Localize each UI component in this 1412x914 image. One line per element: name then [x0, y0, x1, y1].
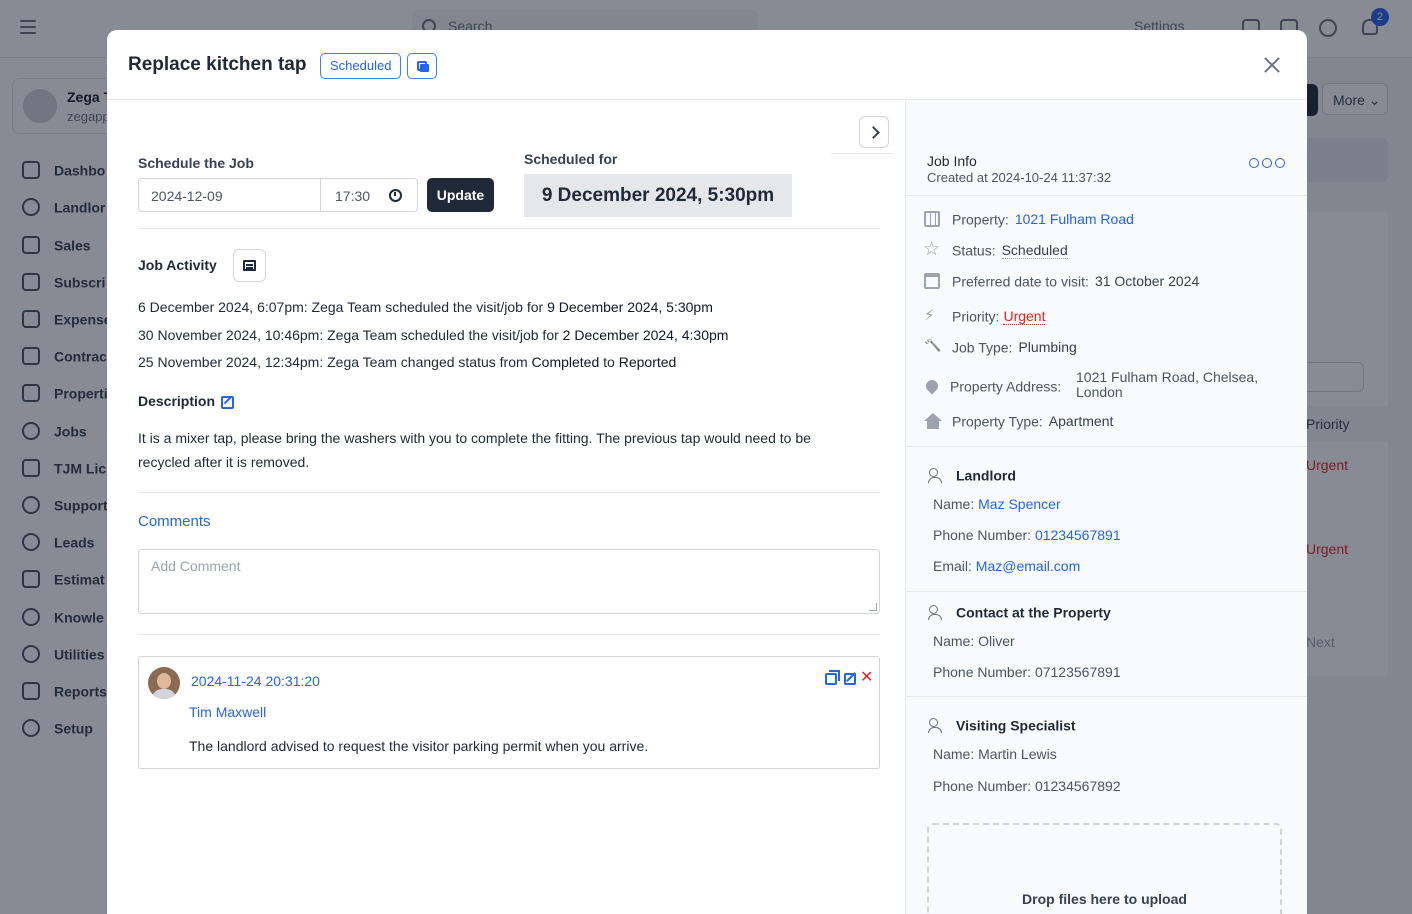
calendar-icon: [924, 273, 940, 290]
specialist-section-title: Visiting Specialist: [928, 716, 1076, 734]
users-icon: [928, 605, 946, 621]
divider: [906, 696, 1307, 697]
schedule-date-input[interactable]: 2024-12-09: [138, 178, 321, 212]
users-icon: [928, 468, 946, 484]
activity-entry: 6 December 2024, 6:07pm: Zega Team sched…: [138, 299, 713, 315]
activity-list-button[interactable]: [233, 249, 266, 282]
status-badge: Scheduled: [320, 53, 402, 79]
contact-phone: Phone Number: 07123567891: [933, 664, 1121, 680]
specialist-name: Name: Martin Lewis: [933, 746, 1057, 762]
file-dropzone[interactable]: Drop files here to upload: [927, 823, 1282, 914]
clock-icon[interactable]: [389, 189, 402, 202]
preferred-date-row: Preferred date to visit: 31 October 2024: [924, 272, 1199, 290]
edit-icon[interactable]: [844, 673, 856, 685]
contact-section-title: Contact at the Property: [928, 603, 1111, 621]
priority-value[interactable]: Urgent: [1003, 308, 1046, 326]
home-icon: [924, 413, 942, 430]
modal-header: Replace kitchen tap Scheduled: [107, 30, 1307, 100]
list-icon: [243, 260, 256, 271]
job-activity-title: Job Activity: [138, 257, 217, 273]
star-icon: [923, 238, 940, 260]
status-row: Status:Scheduled: [923, 238, 1068, 260]
users-icon: [928, 718, 946, 734]
chevron-right-icon[interactable]: [859, 116, 889, 148]
hammer-icon: [924, 339, 940, 355]
avatar: [148, 667, 180, 699]
divider: [138, 634, 880, 635]
job-type-row: Job Type:Plumbing: [924, 338, 1077, 355]
property-address-value: 1021 Fulham Road, Chelsea, London: [1076, 369, 1259, 400]
more-options-icon[interactable]: [1249, 155, 1288, 173]
contact-name: Name: Oliver: [933, 633, 1015, 649]
comment-author[interactable]: Tim Maxwell: [189, 704, 266, 720]
edit-icon[interactable]: [221, 395, 235, 409]
divider: [138, 228, 880, 229]
comment-item: 2024-11-24 20:31:20 Tim Maxwell The land…: [138, 656, 880, 769]
landlord-phone: Phone Number: 01234567891: [933, 527, 1121, 543]
scheduled-for-value: 9 December 2024, 5:30pm: [524, 174, 792, 217]
landlord-email: Email: Maz@email.com: [933, 558, 1081, 574]
landlord-section-title: Landlord: [928, 466, 1016, 484]
scheduled-for-label: Scheduled for: [524, 151, 618, 167]
job-details-pane: Schedule the Job 2024-12-09 17:30 Update…: [107, 100, 905, 914]
schedule-time-input[interactable]: 17:30: [320, 178, 418, 212]
resize-handle[interactable]: [869, 603, 877, 611]
copy-icon[interactable]: [825, 670, 840, 685]
created-at: Created at 2024-10-24 11:37:32: [927, 170, 1112, 185]
property-address-row: Property Address:: [923, 377, 1061, 395]
activity-entry: 25 November 2024, 12:34pm: Zega Team cha…: [138, 354, 677, 370]
job-modal: Replace kitchen tap Scheduled Schedule t…: [107, 30, 1307, 914]
property-type-row: Property Type: Apartment: [924, 412, 1113, 430]
job-info-pane: Job Info Created at 2024-10-24 11:37:32 …: [905, 100, 1307, 914]
property-row: Property: 1021 Fulham Road: [924, 210, 1134, 228]
comments-title: Comments: [138, 513, 211, 530]
divider: [906, 195, 1307, 196]
close-icon[interactable]: [1261, 54, 1283, 76]
divider: [906, 446, 1307, 447]
status-value[interactable]: Scheduled: [1001, 242, 1068, 260]
activity-entry: 30 November 2024, 10:46pm: Zega Team sch…: [138, 327, 729, 343]
priority-row: Priority:Urgent: [924, 306, 1046, 326]
landlord-name-link[interactable]: Maz Spencer: [978, 496, 1060, 512]
landlord-phone-link[interactable]: 01234567891: [1035, 527, 1121, 543]
specialist-phone: Phone Number: 01234567892: [933, 778, 1121, 794]
copy-button[interactable]: [407, 53, 437, 79]
divider: [138, 492, 880, 493]
bolt-icon: [924, 306, 940, 324]
building-icon: [924, 211, 940, 228]
description-title: Description: [138, 393, 235, 409]
map-pin-icon: [923, 377, 941, 395]
modal-title: Replace kitchen tap: [128, 54, 307, 75]
job-info-title: Job Info: [927, 153, 977, 169]
divider: [831, 153, 893, 154]
comment-text: The landlord advised to request the visi…: [189, 738, 649, 754]
comment-placeholder: Add Comment: [151, 558, 241, 574]
schedule-label: Schedule the Job: [138, 155, 254, 171]
add-comment-input[interactable]: Add Comment: [138, 549, 880, 614]
delete-icon[interactable]: ✕: [860, 669, 873, 687]
property-link[interactable]: 1021 Fulham Road: [1015, 211, 1134, 227]
description-text: It is a mixer tap, please bring the wash…: [138, 430, 811, 470]
landlord-name: Name: Maz Spencer: [933, 496, 1061, 512]
landlord-email-link[interactable]: Maz@email.com: [976, 558, 1080, 574]
divider: [906, 591, 1307, 592]
comment-date[interactable]: 2024-11-24 20:31:20: [191, 673, 320, 689]
update-button[interactable]: Update: [427, 178, 494, 212]
